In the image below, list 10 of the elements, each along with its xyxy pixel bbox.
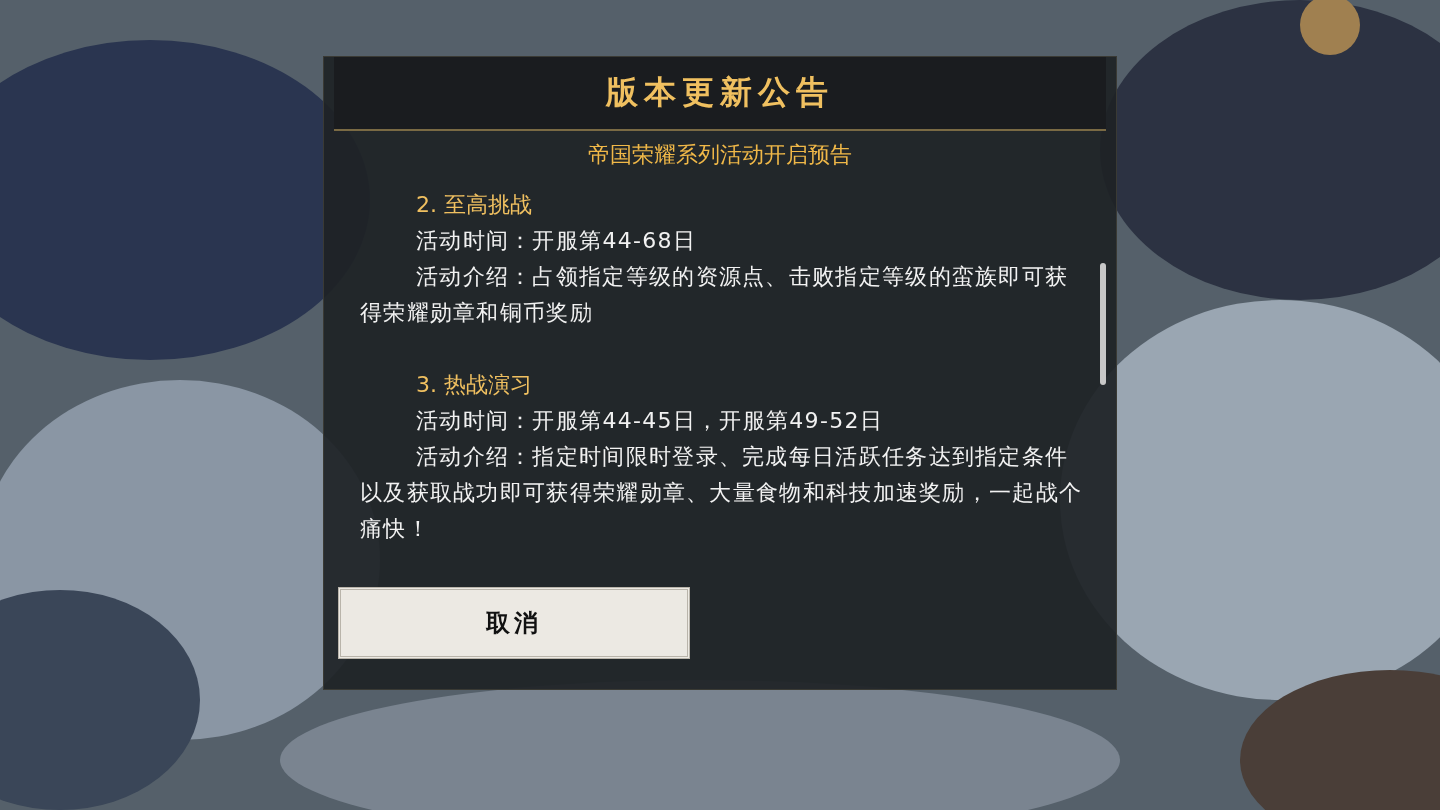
section-heading: 3. 热战演习 [415, 371, 533, 399]
paragraph: 活动介绍：占领指定等级的资源点、击败指定等级的蛮族即可获得荣耀勋章和铜币奖励 [360, 263, 1070, 327]
paragraph: 活动时间：开服第44-68日 [415, 227, 698, 255]
scrollbar[interactable] [1100, 263, 1106, 385]
paragraph: 活动时间：开服第44-45日，开服第49-52日 [415, 407, 885, 435]
paragraph: 活动介绍：指定时间限时登录、完成每日活跃任务达到指定条件以及获取战功即可获得荣耀勋章、大量食物和科技加速奖励，一起战个痛快！ [360, 443, 1084, 543]
dialog-title: 版本更新公告 [606, 72, 834, 113]
subtitle: 帝国荣耀系列活动开启预告 [587, 141, 853, 169]
section-heading: 2. 至高挑战 [415, 191, 533, 219]
cancel-button[interactable]: 取消 [338, 587, 690, 659]
